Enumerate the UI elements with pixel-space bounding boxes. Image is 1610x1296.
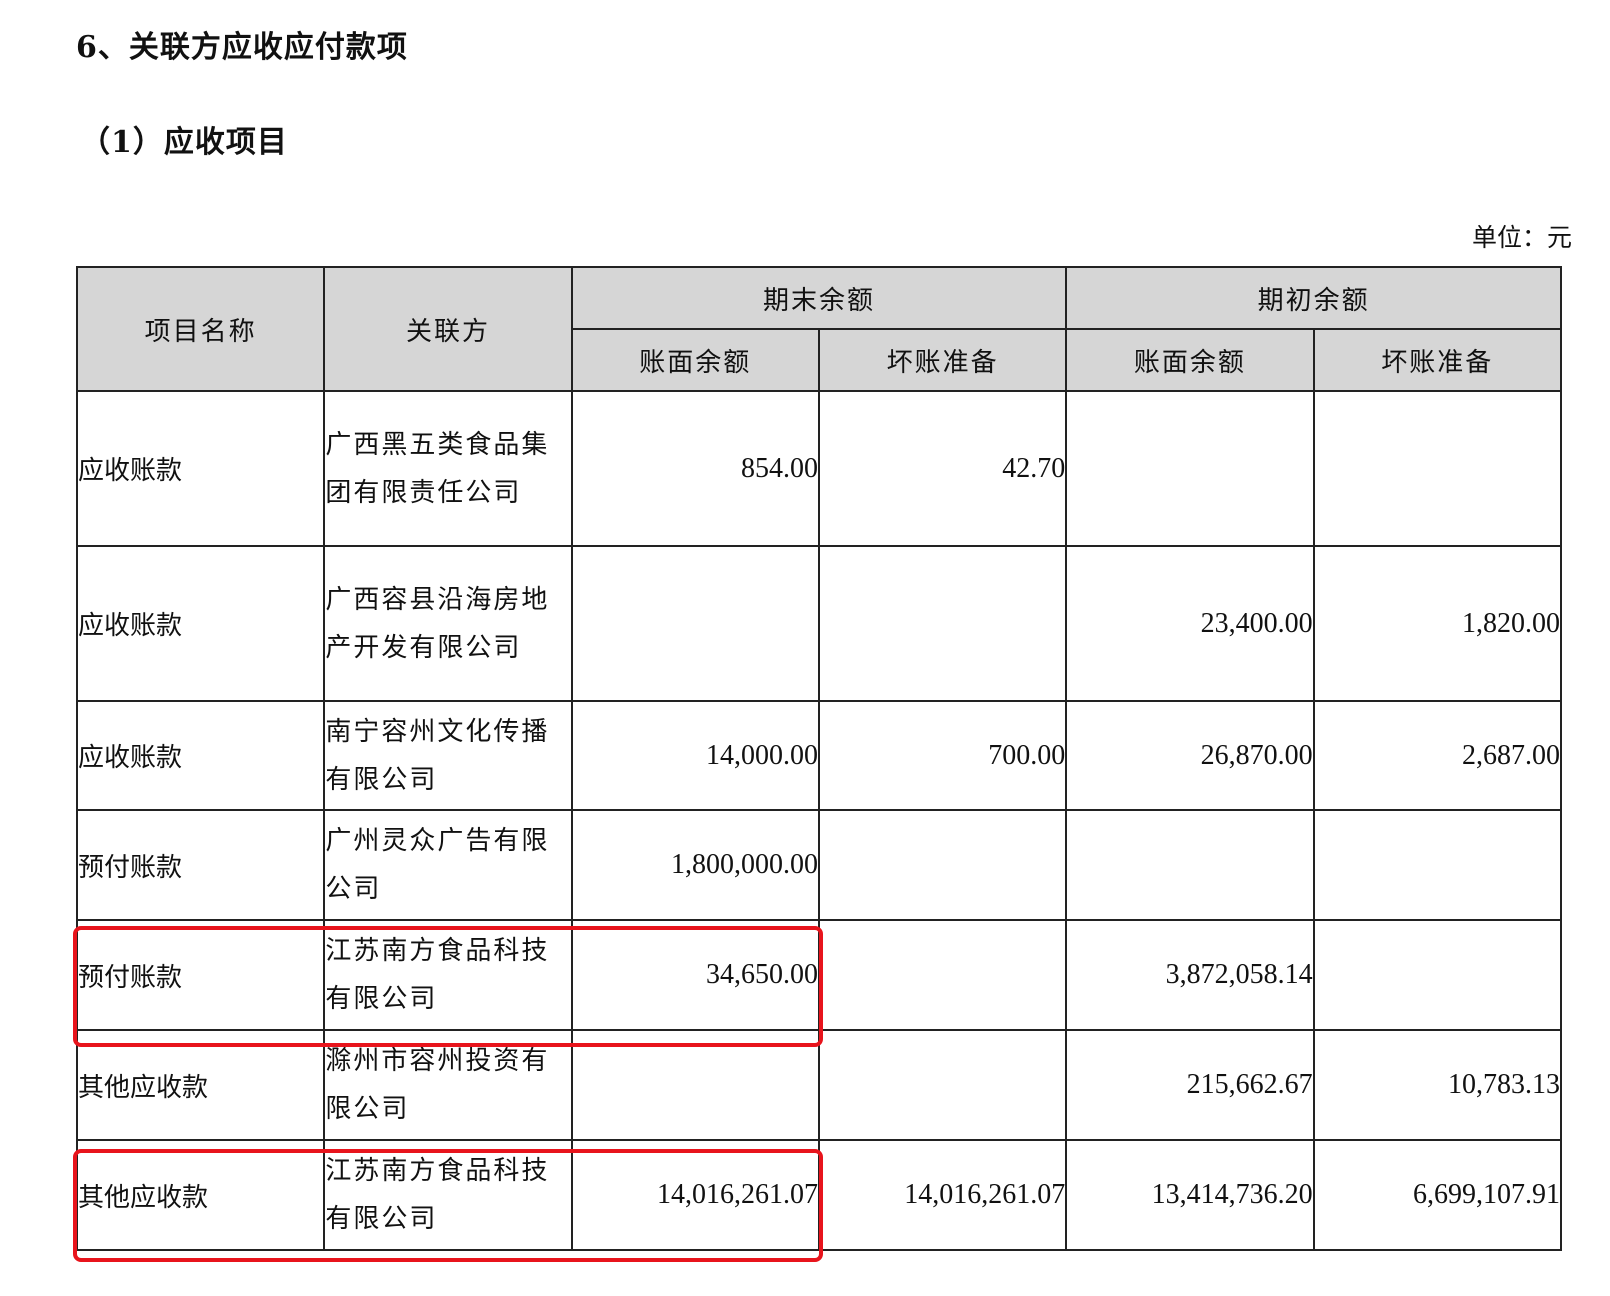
cell-ending-bad-debt [817, 919, 1068, 1031]
cell-ending-book-balance: 34,650.00 [570, 919, 820, 1031]
cell-ending-book-balance: 14,000.00 [570, 700, 820, 811]
section-title: 6、关联方应收应付款项 [76, 30, 408, 65]
cell-ending-book-balance [570, 1029, 820, 1141]
cell-ending-book-balance: 14,016,261.07 [570, 1139, 820, 1251]
cell-beginning-book-balance: 13,414,736.20 [1065, 1139, 1315, 1251]
cell-beginning-book-balance: 215,662.67 [1065, 1029, 1315, 1141]
cell-ending-book-balance: 1,800,000.00 [570, 809, 820, 921]
header-related-party: 关联方 [323, 266, 573, 392]
receivables-table: 项目名称 关联方 期末余额 期初余额 账面余额 坏账准备 账面余额 坏账准备 应… [75, 266, 1563, 1251]
cell-beginning-book-balance: 23,400.00 [1065, 545, 1315, 702]
cell-item-name: 其他应收款 [75, 1029, 326, 1141]
cell-item-name: 应收账款 [75, 390, 326, 547]
cell-beginning-book-balance: 26,870.00 [1065, 700, 1315, 811]
cell-beginning-bad-debt [1312, 919, 1563, 1031]
table-row: 应收账款 广西黑五类食品集团有限责任公司 854.00 42.70 [75, 390, 1563, 547]
cell-beginning-bad-debt: 1,820.00 [1312, 545, 1563, 702]
cell-beginning-bad-debt: 6,699,107.91 [1312, 1139, 1563, 1251]
table-row: 其他应收款 江苏南方食品科技有限公司 14,016,261.07 14,016,… [75, 1139, 1563, 1251]
cell-ending-book-balance: 854.00 [570, 390, 820, 547]
cell-beginning-bad-debt [1312, 390, 1563, 547]
cell-beginning-bad-debt: 10,783.13 [1312, 1029, 1563, 1141]
header-ending-bad-debt: 坏账准备 [817, 328, 1068, 392]
cell-ending-bad-debt: 14,016,261.07 [817, 1139, 1068, 1251]
header-beginning-balance: 期初余额 [1065, 266, 1562, 330]
cell-related-party: 广西黑五类食品集团有限责任公司 [323, 390, 573, 547]
cell-beginning-book-balance: 3,872,058.14 [1065, 919, 1315, 1031]
cell-item-name: 预付账款 [75, 809, 326, 921]
header-ending-book-balance: 账面余额 [570, 328, 820, 392]
cell-item-name: 应收账款 [75, 545, 326, 702]
cell-related-party: 滁州市容州投资有限公司 [323, 1029, 573, 1141]
cell-item-name: 预付账款 [75, 919, 326, 1031]
cell-item-name: 应收账款 [75, 700, 326, 811]
header-ending-balance: 期末余额 [570, 266, 1068, 330]
cell-item-name: 其他应收款 [75, 1139, 326, 1251]
header-item-name: 项目名称 [75, 266, 326, 392]
cell-ending-bad-debt: 42.70 [817, 390, 1068, 547]
table-row: 应收账款 南宁容州文化传播有限公司 14,000.00 700.00 26,87… [75, 700, 1563, 811]
unit-label: 单位：元 [1471, 223, 1572, 252]
cell-beginning-bad-debt: 2,687.00 [1312, 700, 1563, 811]
header-beginning-bad-debt: 坏账准备 [1312, 328, 1563, 392]
table-row: 应收账款 广西容县沿海房地产开发有限公司 23,400.00 1,820.00 [75, 545, 1563, 702]
cell-ending-bad-debt [817, 1029, 1068, 1141]
table-row: 其他应收款 滁州市容州投资有限公司 215,662.67 10,783.13 [75, 1029, 1563, 1141]
table-row: 预付账款 广州灵众广告有限公司 1,800,000.00 [75, 809, 1563, 921]
cell-related-party: 江苏南方食品科技有限公司 [323, 1139, 573, 1251]
cell-beginning-bad-debt [1312, 809, 1563, 921]
cell-related-party: 南宁容州文化传播有限公司 [323, 700, 573, 811]
cell-ending-bad-debt [817, 545, 1068, 702]
cell-beginning-book-balance [1065, 390, 1315, 547]
cell-ending-bad-debt: 700.00 [817, 700, 1068, 811]
table-row: 预付账款 江苏南方食品科技有限公司 34,650.00 3,872,058.14 [75, 919, 1563, 1031]
cell-related-party: 广西容县沿海房地产开发有限公司 [323, 545, 573, 702]
cell-related-party: 广州灵众广告有限公司 [323, 809, 573, 921]
cell-related-party: 江苏南方食品科技有限公司 [323, 919, 573, 1031]
header-beginning-book-balance: 账面余额 [1065, 328, 1315, 392]
cell-beginning-book-balance [1065, 809, 1315, 921]
cell-ending-bad-debt [817, 809, 1068, 921]
cell-ending-book-balance [570, 545, 820, 702]
subsection-title: （1）应收项目 [80, 125, 288, 160]
